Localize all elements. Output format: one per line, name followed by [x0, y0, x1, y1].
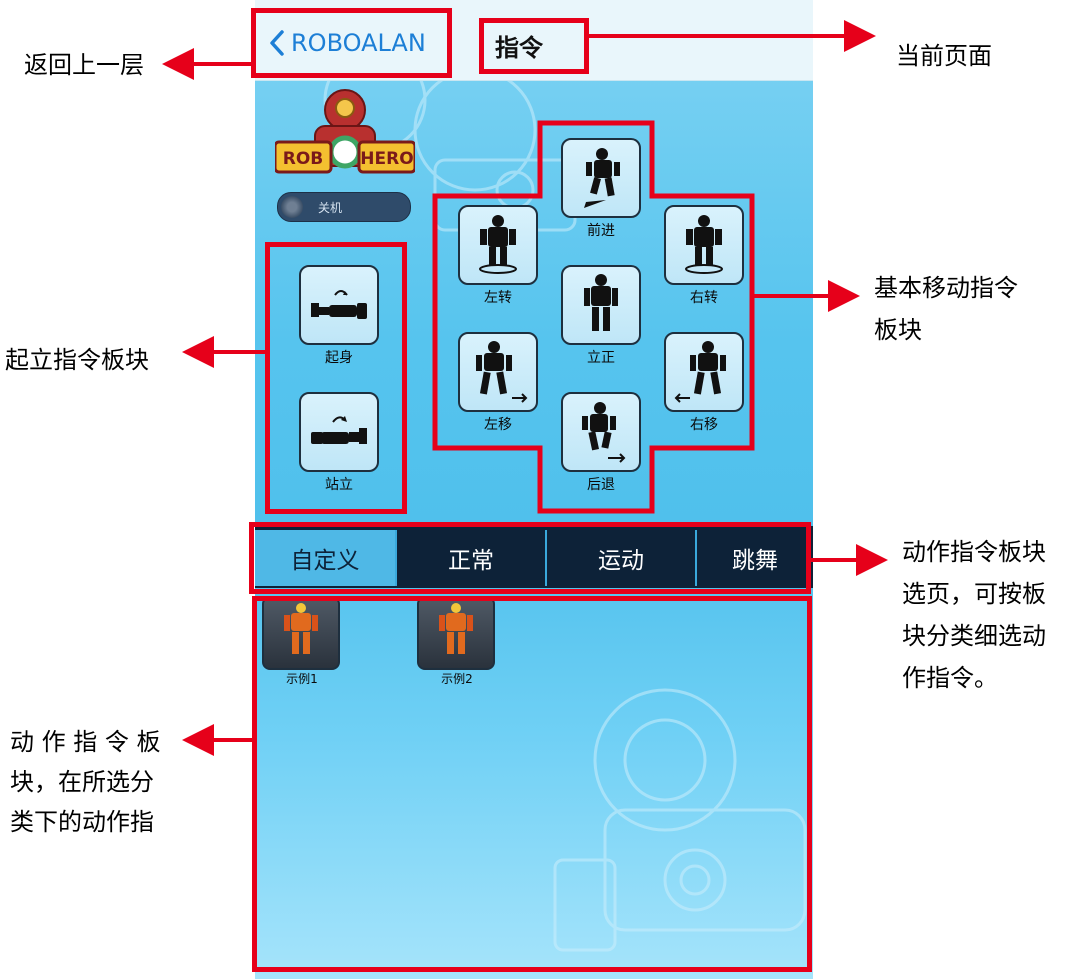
- movement-block-highlight: [432, 120, 755, 514]
- svg-text:ROB: ROB: [283, 149, 324, 169]
- annotation-tabs-line3: 块分类细选动: [902, 622, 1046, 650]
- actions-block-highlight: [252, 596, 812, 972]
- annotation-tabs-line2: 选页，可按板: [902, 580, 1046, 608]
- power-label: 关机: [318, 201, 343, 215]
- robhero-logo: ROB HERO: [275, 89, 415, 174]
- annotation-current-page: 当前页面: [896, 42, 992, 70]
- power-icon: [281, 196, 303, 218]
- annotation-actions-line2: 块，在所选分: [10, 768, 154, 796]
- annotation-back: 返回上一层: [24, 51, 144, 79]
- annotation-actions-line1: 动 作 指 令 板: [10, 728, 161, 756]
- annotation-standup-block: 起立指令板块: [5, 346, 149, 374]
- power-toggle[interactable]: 关机: [277, 192, 411, 222]
- annotation-tabs-line4: 作指令。: [902, 664, 998, 692]
- annotation-movement-block-line1: 基本移动指令: [874, 274, 1018, 302]
- annotation-tabs-line1: 动作指令板块: [902, 538, 1046, 566]
- standup-block-highlight: [265, 242, 407, 514]
- annotation-movement-block-line2: 板块: [874, 316, 922, 344]
- annotation-actions-line3: 类下的动作指: [10, 808, 154, 836]
- svg-text:HERO: HERO: [360, 149, 413, 169]
- tabs-highlight: [249, 522, 811, 594]
- page-title-highlight: [479, 18, 589, 74]
- back-button-highlight: [251, 8, 452, 78]
